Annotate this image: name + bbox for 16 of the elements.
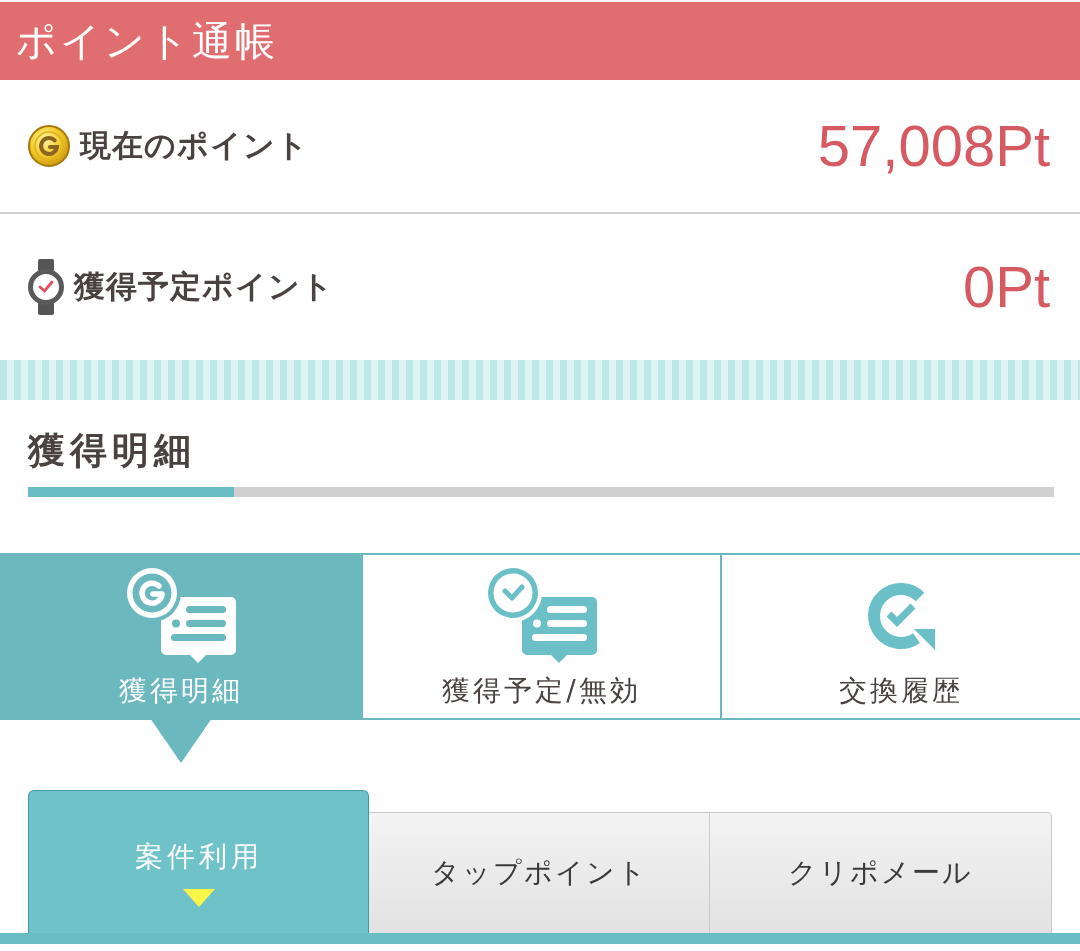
page-title: ポイント通帳 bbox=[16, 17, 278, 65]
point-value: 0Pt bbox=[962, 255, 1050, 319]
point-value: 57,008Pt bbox=[817, 114, 1050, 178]
coin-message-icon bbox=[125, 567, 236, 663]
tab[interactable]: 獲得予定/無効 bbox=[361, 553, 720, 720]
point-label: 獲得予定ポイント bbox=[74, 267, 334, 306]
tab[interactable]: 交換履歴 bbox=[720, 553, 1080, 720]
sub-tab[interactable]: クリポメール bbox=[710, 812, 1052, 933]
sub-tab[interactable]: タップポイント bbox=[369, 812, 710, 933]
section-heading: 獲得明細 bbox=[28, 428, 197, 474]
point-label: 現在のポイント bbox=[80, 126, 309, 165]
caret-icon bbox=[182, 889, 215, 907]
coin-icon bbox=[28, 125, 70, 167]
clock-message-icon bbox=[486, 567, 597, 663]
pointer-icon bbox=[149, 718, 212, 763]
watch-icon bbox=[28, 259, 64, 315]
